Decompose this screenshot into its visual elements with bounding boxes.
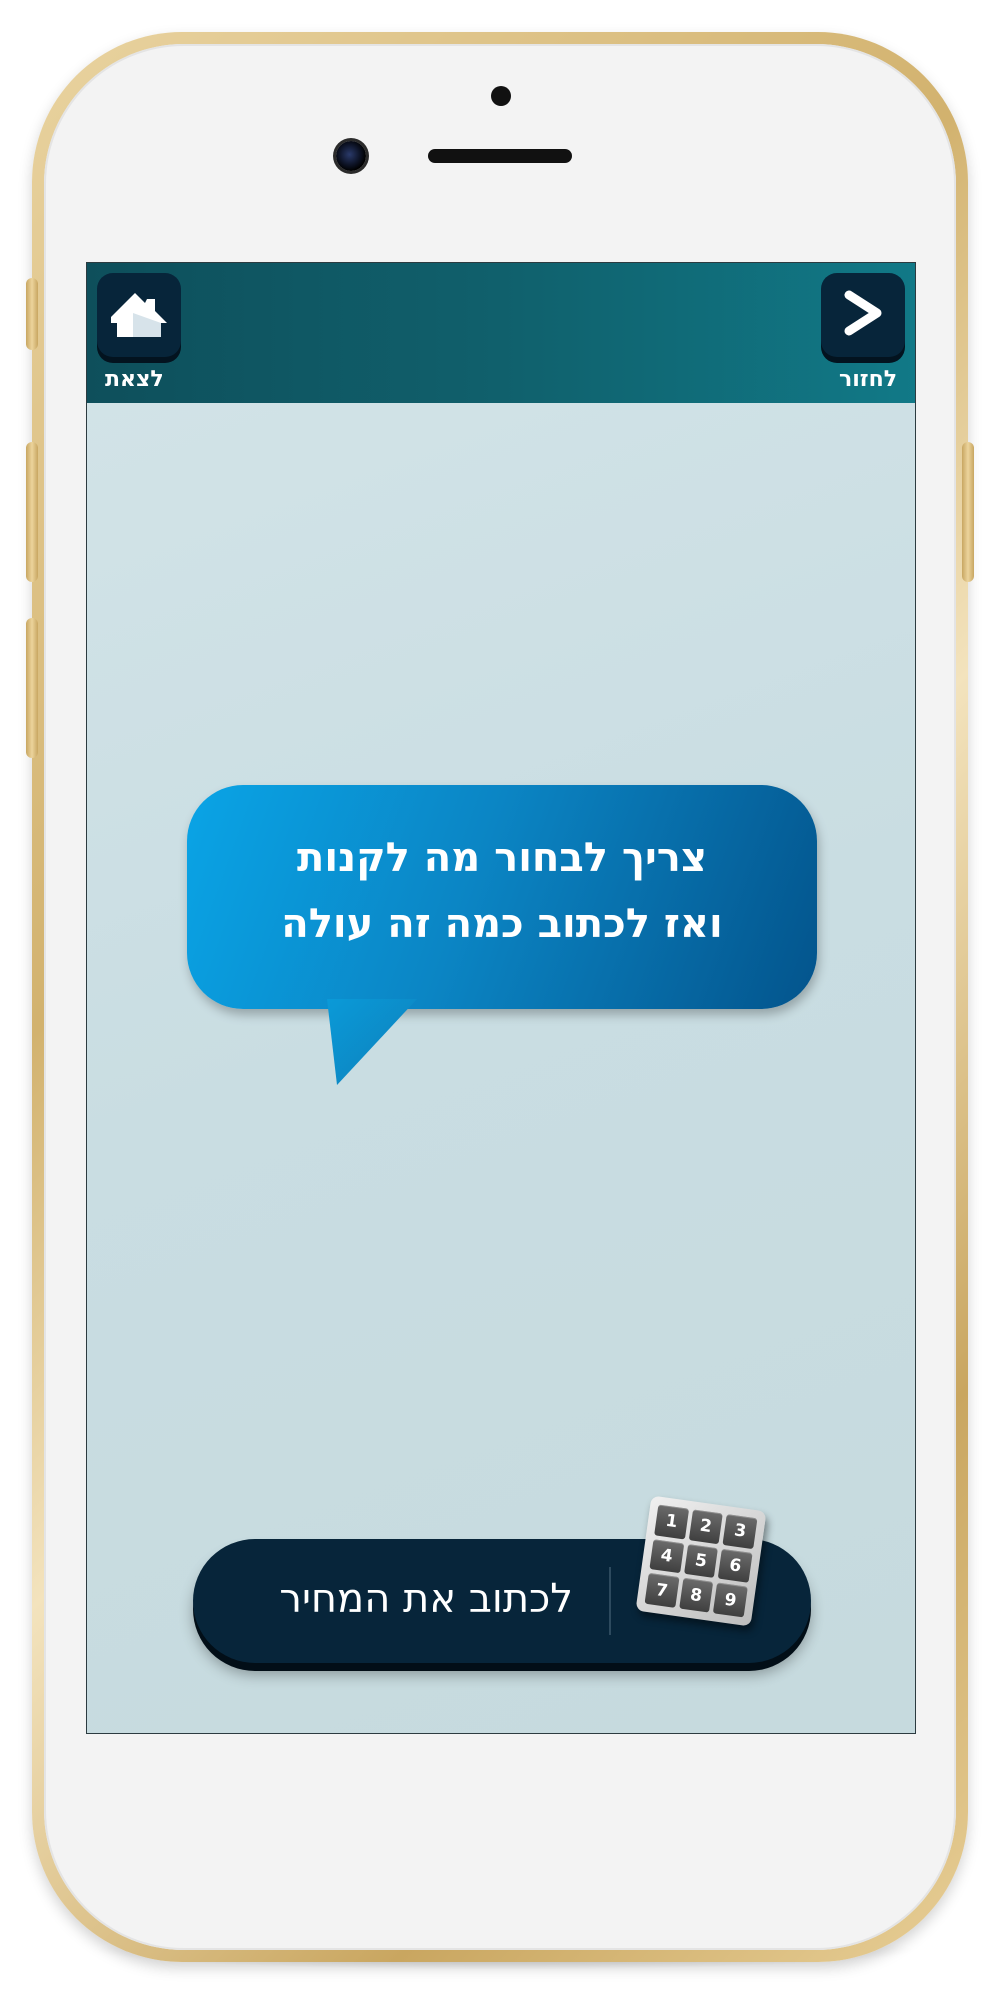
- phone-power-button: [962, 442, 974, 582]
- home-button[interactable]: [97, 273, 181, 357]
- proximity-sensor: [491, 86, 511, 106]
- keypad-key: 2: [688, 1509, 724, 1544]
- speech-bubble: צריך לבחור מה לקנות ואז לכתוב כמה זה עול…: [187, 785, 817, 1085]
- back-button[interactable]: [821, 273, 905, 357]
- keypad-key: 5: [683, 1543, 719, 1579]
- number-keypad-icon: 1 2 3 4 5 6 7 8 9: [635, 1495, 767, 1627]
- instruction-line-2: ואז לכתוב כמה זה עולה: [281, 901, 723, 947]
- keypad-key: 8: [678, 1578, 714, 1613]
- phone-volume-down: [26, 618, 38, 758]
- home-label: לצאת: [105, 367, 164, 392]
- keypad-key: 6: [718, 1548, 753, 1584]
- app-header: לצאת לחזור: [87, 263, 915, 403]
- instruction-line-1: צריך לבחור מה לקנות: [297, 835, 707, 881]
- keypad-key: 3: [722, 1514, 758, 1549]
- keypad-key: 1: [654, 1504, 689, 1540]
- keypad-key: 7: [644, 1573, 680, 1608]
- back-label: לחזור: [838, 367, 897, 392]
- home-icon: [111, 293, 167, 337]
- phone-mute-switch: [26, 278, 38, 350]
- write-price-label: לכתוב את המחיר: [279, 1576, 573, 1622]
- earpiece-speaker: [428, 149, 572, 163]
- phone-volume-up: [26, 442, 38, 582]
- write-price-button[interactable]: לכתוב את המחיר 1 2 3 4 5 6 7 8 9: [193, 1495, 811, 1663]
- app-screen: לצאת לחזור צריך לבחור מה לקנות ואז לכתוב…: [86, 262, 916, 1734]
- front-camera: [336, 141, 366, 171]
- keypad-key: 9: [713, 1582, 748, 1618]
- keypad-key: 4: [649, 1538, 684, 1574]
- button-divider: [609, 1567, 611, 1635]
- instruction-text: צריך לבחור מה לקנות ואז לכתוב כמה זה עול…: [187, 825, 817, 957]
- keypad-grid: 1 2 3 4 5 6 7 8 9: [644, 1504, 758, 1618]
- chevron-right-icon: [844, 290, 882, 336]
